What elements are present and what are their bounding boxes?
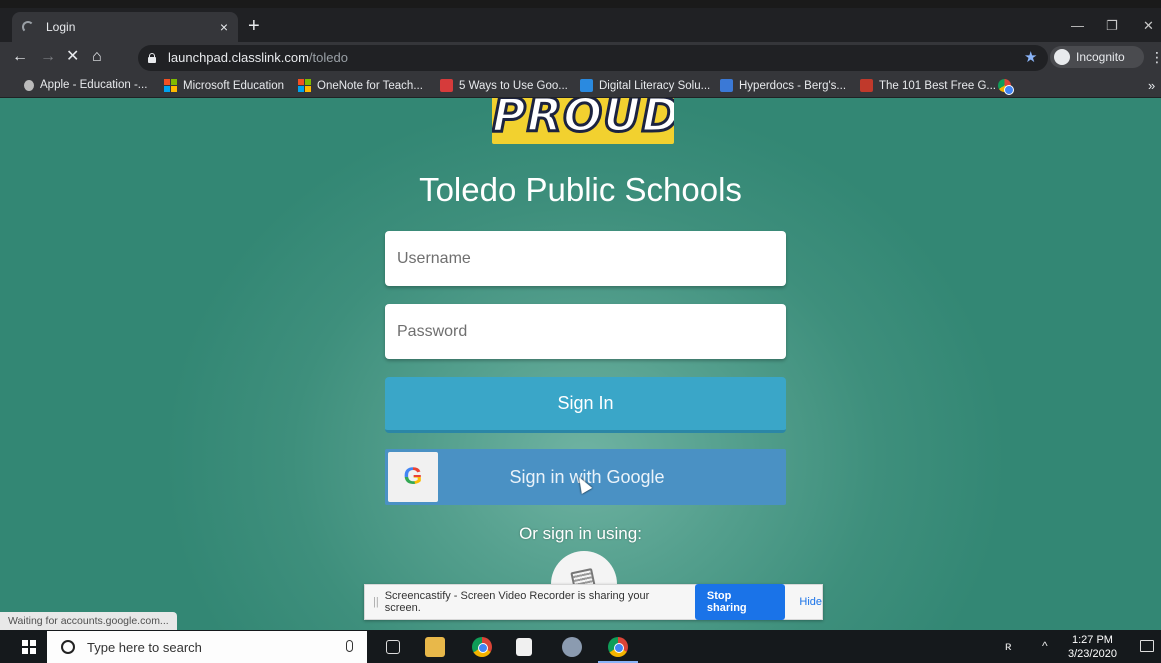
bookmark-onenote[interactable]: OneNote for Teach... <box>298 79 423 92</box>
action-center-icon[interactable] <box>1140 640 1154 652</box>
url-text[interactable]: launchpad.classlink.com/toledo <box>168 50 348 65</box>
stop-loading-icon[interactable]: ✕ <box>66 48 79 66</box>
status-bubble: Waiting for accounts.google.com... <box>0 612 177 630</box>
stop-sharing-button[interactable]: Stop sharing <box>694 584 786 620</box>
file-explorer-icon[interactable] <box>425 637 445 657</box>
microsoft-icon <box>298 79 311 92</box>
new-tab-button[interactable]: + <box>248 16 260 36</box>
tab-strip: Login × + — ❐ ✕ <box>0 8 1161 42</box>
restore-icon[interactable]: ❐ <box>1106 18 1118 34</box>
bookmark-5-ways[interactable]: 5 Ways to Use Goo... <box>440 79 568 92</box>
login-page: PROUD Toledo Public Schools Username Pas… <box>0 98 1161 630</box>
bookmark-star-icon[interactable]: ★ <box>1024 48 1037 66</box>
url-path: /toledo <box>308 50 348 65</box>
cortana-icon <box>61 640 75 654</box>
forward-icon[interactable]: → <box>40 48 56 66</box>
taskbar-clock[interactable]: 1:27 PM 3/23/2020 <box>1068 633 1117 661</box>
bookmarks-bar: Apple - Education -... Microsoft Educati… <box>0 74 1161 98</box>
pc-favicon <box>860 79 873 92</box>
google-sign-in-label: Sign in with Google <box>509 466 665 487</box>
incognito-label: Incognito <box>1076 50 1125 64</box>
incognito-icon <box>1054 49 1070 65</box>
bookmark-hyperdocs[interactable]: Hyperdocs - Berg's... <box>720 79 846 92</box>
proud-logo: PROUD <box>492 98 674 144</box>
hide-button[interactable]: Hide <box>799 596 822 608</box>
bookmark-101-best[interactable]: The 101 Best Free G... <box>860 79 996 92</box>
home-icon[interactable]: ⌂ <box>92 48 102 66</box>
tab-close-icon[interactable]: × <box>220 19 228 35</box>
url-domain: launchpad.classlink.com <box>168 50 309 65</box>
more-bookmarks-icon[interactable]: » <box>1148 78 1155 93</box>
chrome-active-icon[interactable] <box>608 637 628 657</box>
apple-icon <box>24 79 34 91</box>
chrome-icon[interactable] <box>472 637 492 657</box>
username-field[interactable]: Username <box>385 231 786 286</box>
bookmark-microsoft-education[interactable]: Microsoft Education <box>164 79 284 92</box>
school-title: Toledo Public Schools <box>419 171 742 208</box>
bookmark-apple-education[interactable]: Apple - Education -... <box>24 79 147 91</box>
clock-date: 3/23/2020 <box>1068 648 1117 660</box>
share-message: Screencastify - Screen Video Recorder is… <box>384 590 650 614</box>
bookmark-digital-literacy[interactable]: Digital Literacy Solu... <box>580 79 710 92</box>
people-icon[interactable]: ʀ <box>1005 639 1012 653</box>
browser-toolbar: ← → ✕ ⌂ launchpad.classlink.com/toledo ★… <box>0 42 1161 74</box>
tab-title: Login <box>46 20 76 34</box>
red-favicon <box>440 79 453 92</box>
microsoft-icon <box>164 79 177 92</box>
paint-icon[interactable] <box>562 637 582 657</box>
store-icon[interactable] <box>516 638 532 656</box>
lock-icon[interactable] <box>148 53 156 63</box>
google-g-icon: G <box>388 452 438 502</box>
window-frame <box>0 0 1161 8</box>
window-close-icon[interactable]: ✕ <box>1143 18 1154 34</box>
password-field[interactable]: Password <box>385 304 786 359</box>
clock-time: 1:27 PM <box>1071 634 1113 646</box>
sign-in-button[interactable]: Sign In <box>385 377 786 433</box>
windows-start-icon[interactable] <box>22 640 36 654</box>
tab-login[interactable]: Login × <box>12 12 238 42</box>
tray-chevron-icon[interactable]: ^ <box>1042 639 1048 653</box>
back-icon[interactable]: ← <box>12 48 28 66</box>
blue-favicon <box>720 79 733 92</box>
menu-kebab-icon[interactable]: ⋮ <box>1150 49 1161 66</box>
minimize-icon[interactable]: — <box>1071 18 1084 33</box>
microphone-icon[interactable] <box>346 640 353 652</box>
taskbar-search-box[interactable]: Type here to search <box>47 631 367 663</box>
windows-taskbar: Type here to search ʀ ^ <box>0 630 1161 663</box>
drag-handle-icon[interactable]: || <box>373 596 379 608</box>
screencastify-share-bar: || Screencastify - Screen Video Recorder… <box>364 584 823 620</box>
search-placeholder: Type here to search <box>87 639 202 655</box>
google-favicon-icon <box>998 79 1014 95</box>
incognito-badge[interactable]: Incognito <box>1050 46 1144 68</box>
bookmark-google[interactable] <box>998 79 1017 95</box>
or-sign-in-label: Or sign in using: <box>519 524 642 543</box>
loading-spinner-icon <box>22 21 34 33</box>
blue-l-favicon <box>580 79 593 92</box>
task-view-icon[interactable] <box>386 640 400 654</box>
